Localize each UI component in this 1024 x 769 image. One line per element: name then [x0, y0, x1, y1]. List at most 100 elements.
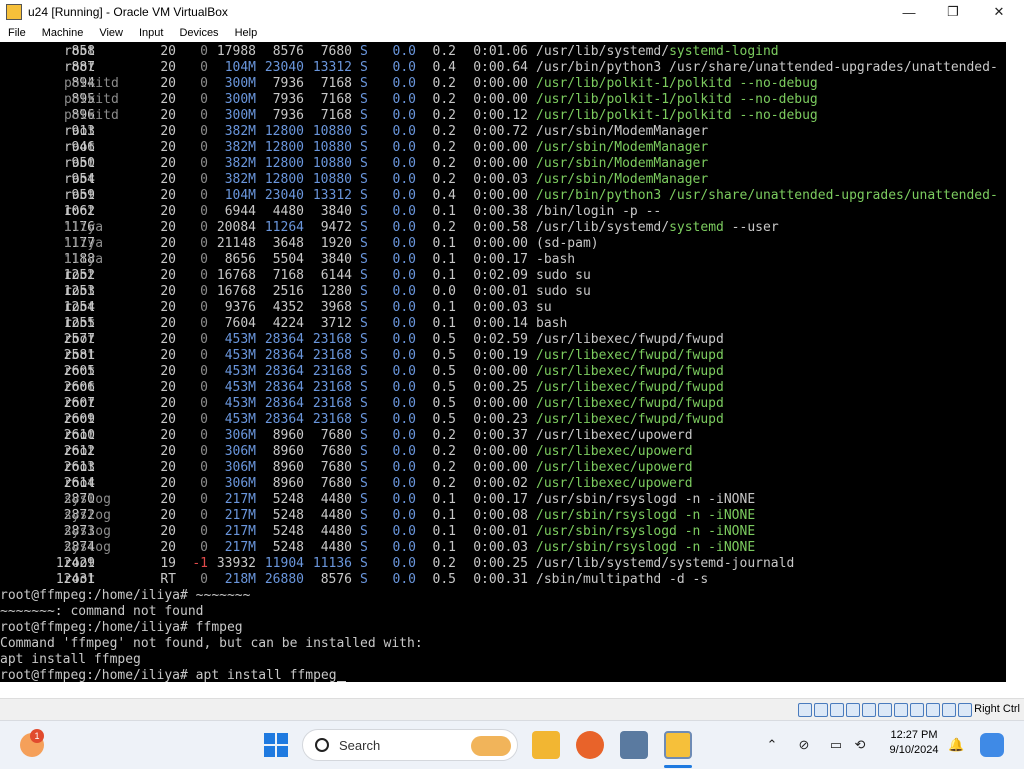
process-pr: 20	[160, 364, 176, 379]
cpu-icon[interactable]	[926, 703, 940, 717]
taskbar-search-box[interactable]: Search	[302, 729, 518, 761]
process-s: S	[360, 76, 368, 91]
network-off-icon[interactable]: ⊘	[796, 737, 812, 753]
shell-command-input[interactable]: apt install ffmpeg	[196, 668, 337, 682]
process-pr: 20	[160, 332, 176, 347]
process-s: S	[360, 236, 368, 251]
menu-view[interactable]: View	[91, 27, 131, 39]
virtualbox-taskbar-icon[interactable]	[620, 731, 648, 759]
process-pr: 19	[160, 556, 176, 571]
network-icon[interactable]	[846, 703, 860, 717]
process-user: root	[64, 140, 96, 155]
text-cursor	[336, 669, 346, 682]
process-cpu: 0.0	[392, 444, 416, 459]
menu-machine[interactable]: Machine	[34, 27, 92, 39]
usb-icon[interactable]	[862, 703, 876, 717]
process-shr: 1280	[320, 284, 352, 299]
clock-time: 12:27 PM	[890, 729, 938, 741]
process-pr: 20	[160, 268, 176, 283]
shell-prompt-line[interactable]: root@ffmpeg:/home/iliya# apt install ffm…	[0, 668, 1006, 682]
keyboard-icon[interactable]	[958, 703, 972, 717]
process-user: root	[64, 348, 96, 363]
menu-devices[interactable]: Devices	[171, 27, 226, 39]
process-shr: 10880	[312, 156, 352, 171]
window-titlebar: u24 [Running] - Oracle VM VirtualBox — ❐…	[0, 0, 1024, 24]
process-mem: 0.5	[432, 412, 456, 427]
process-row: 1255 root 20 0 7604 4224 3712 S 0.0 0.1 0:00.14 bas…	[0, 316, 1006, 332]
process-command-path: -bash	[536, 252, 576, 267]
file-explorer-icon[interactable]	[532, 731, 560, 759]
process-mem: 0.1	[432, 316, 456, 331]
process-shr: 23168	[312, 380, 352, 395]
display-tray-icon[interactable]: ▭	[828, 737, 844, 753]
notification-bell-icon[interactable]: 🔔	[948, 737, 964, 753]
process-res: 7936	[272, 76, 304, 91]
process-command: /usr/sbin/rsyslogd -n -iNONE	[536, 508, 755, 524]
process-res: 28364	[264, 332, 304, 347]
process-time: 0:00.23	[473, 412, 528, 427]
process-ni: 0	[200, 476, 208, 491]
process-cpu: 0.0	[392, 252, 416, 267]
process-cpu: 0.0	[392, 476, 416, 491]
vm-terminal-screen[interactable]: 858 root 20 0 17988 8576 7680 S 0.0 0.2 0:01.06/us…	[0, 42, 1006, 682]
menu-help[interactable]: Help	[227, 27, 266, 39]
windows-logo-tile	[277, 733, 288, 744]
shared-folders-icon[interactable]	[878, 703, 892, 717]
process-pr: 20	[160, 380, 176, 395]
process-virt: 217M	[224, 524, 256, 539]
process-res: 4480	[272, 204, 304, 219]
process-shr: 1920	[320, 236, 352, 251]
maximize-button[interactable]: ❐	[930, 0, 976, 24]
copilot-icon[interactable]	[980, 733, 1004, 757]
process-time: 0:00.19	[473, 348, 528, 363]
menu-input[interactable]: Input	[131, 27, 171, 39]
vm-window-taskbar-icon[interactable]	[664, 731, 692, 759]
minimize-button[interactable]: —	[886, 0, 932, 24]
vm-scrollbar[interactable]	[1006, 42, 1024, 682]
process-cpu: 0.0	[392, 412, 416, 427]
process-ni: 0	[200, 204, 208, 219]
process-command-path: /usr/sbin/rsyslogd -n -iNONE	[536, 540, 756, 555]
start-button[interactable]	[264, 733, 288, 757]
recording-icon[interactable]	[910, 703, 924, 717]
process-res: 2516	[272, 284, 304, 299]
process-row: 2577 root 20 0 453M 28364 23168 S 0.0 0.5 0:02.59/…	[0, 332, 1006, 348]
process-user: syslog	[64, 524, 111, 539]
process-command: /usr/libexec/fwupd/fwupd	[536, 412, 724, 428]
process-row: 950 root 20 0 382M 12800 10880 S 0.0 0.2 0:00.00/u…	[0, 156, 1006, 172]
process-row: 2609 root 20 0 453M 28364 23168 S 0.0 0.5 0:00.23/…	[0, 412, 1006, 428]
hard-disk-icon[interactable]	[798, 703, 812, 717]
chevron-up-icon[interactable]: ⌃	[764, 737, 780, 753]
process-s: S	[360, 284, 368, 299]
process-command: -bash	[536, 252, 575, 268]
process-pr: 20	[160, 348, 176, 363]
process-virt: 306M	[224, 444, 256, 459]
process-virt: 382M	[224, 156, 256, 171]
process-command-path: /usr/bin/python3 /usr/share/unattended-u…	[536, 188, 998, 203]
process-command-path: /usr/libexec/fwupd/fwupd	[536, 332, 724, 347]
process-s: S	[360, 540, 368, 555]
process-row: 2581 root 20 0 453M 28364 23168 S 0.0 0.5 0:00.19/…	[0, 348, 1006, 364]
shell-output-line: apt install ffmpeg	[0, 652, 141, 667]
audio-icon[interactable]	[830, 703, 844, 717]
language-icon[interactable]: ⟲	[852, 737, 868, 753]
menu-file[interactable]: File	[0, 27, 34, 39]
display-icon[interactable]	[894, 703, 908, 717]
process-virt: 306M	[224, 428, 256, 443]
process-ni: 0	[200, 76, 208, 91]
process-row: 2872 syslog 20 0 217M 5248 4480 S 0.0 0.1 0:00.08/…	[0, 508, 1006, 524]
process-time: 0:00.00	[473, 396, 528, 411]
process-command: /usr/bin/python3 /usr/share/unattended-u…	[536, 188, 998, 204]
firefox-icon[interactable]	[576, 731, 604, 759]
process-res: 23040	[264, 188, 304, 203]
clock[interactable]: 12:27 PM 9/10/2024	[882, 729, 946, 756]
process-row: 887 root 20 0 104M 23040 13312 S 0.0 0.4 0:00.64/u…	[0, 60, 1006, 76]
process-cpu: 0.0	[392, 492, 416, 507]
process-cpu: 0.0	[392, 460, 416, 475]
close-button[interactable]: ✕	[976, 0, 1022, 24]
process-cpu: 0.0	[392, 172, 416, 187]
optical-drive-icon[interactable]	[814, 703, 828, 717]
mouse-integration-icon[interactable]	[942, 703, 956, 717]
process-command: /usr/sbin/ModemManager	[536, 172, 708, 188]
process-pr: 20	[160, 44, 176, 59]
